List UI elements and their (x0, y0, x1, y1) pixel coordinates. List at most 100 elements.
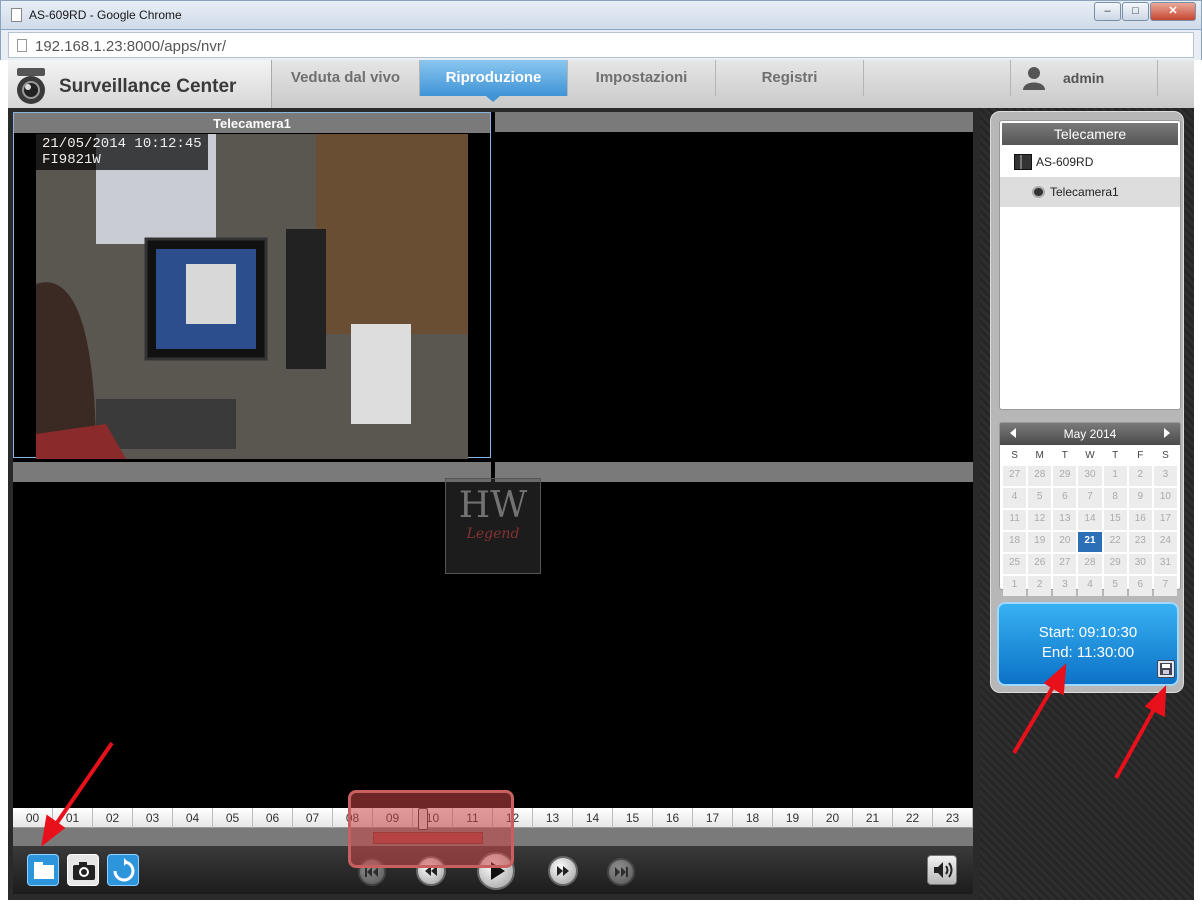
watermark-bottom: Legend (466, 526, 520, 542)
calendar-day[interactable]: 30 (1078, 466, 1102, 486)
tab-settings[interactable]: Impostazioni (568, 60, 716, 96)
calendar-weekday: M (1035, 450, 1044, 461)
tree-title: Telecamere (1002, 123, 1178, 145)
calendar-day[interactable]: 17 (1153, 510, 1177, 530)
calendar-day[interactable]: 11 (1003, 510, 1027, 530)
calendar-day[interactable]: 5 (1028, 488, 1052, 508)
tree-item-camera[interactable]: Telecamera1 (1000, 177, 1180, 207)
calendar-day[interactable]: 30 (1128, 554, 1152, 574)
calendar-day[interactable]: 6 (1053, 488, 1077, 508)
save-icon[interactable] (1157, 660, 1175, 678)
user-icon (1023, 67, 1045, 90)
timeline-hour[interactable]: 18 (733, 808, 773, 828)
calendar-day[interactable]: 19 (1028, 532, 1052, 552)
video-cell-3[interactable] (13, 462, 491, 808)
user-menu[interactable]: admin (1010, 60, 1158, 96)
calendar-day[interactable]: 27 (1003, 466, 1027, 486)
volume-button[interactable] (927, 855, 957, 885)
skip-forward-button[interactable] (607, 858, 635, 886)
video-cell-4[interactable] (495, 462, 973, 808)
calendar-day[interactable]: 28 (1028, 466, 1052, 486)
timeline-hour[interactable]: 16 (653, 808, 693, 828)
timeline-hour[interactable]: 19 (773, 808, 813, 828)
timeline-hour[interactable]: 04 (173, 808, 213, 828)
brand: Surveillance Center (8, 60, 272, 108)
calendar-day[interactable]: 3 (1153, 466, 1177, 486)
calendar-day[interactable]: 25 (1003, 554, 1027, 574)
calendar-day[interactable]: 2 (1028, 576, 1052, 596)
calendar-day[interactable]: 9 (1128, 488, 1152, 508)
timeline-hour[interactable]: 22 (893, 808, 933, 828)
refresh-button[interactable] (107, 854, 139, 886)
timeline-hour[interactable]: 21 (853, 808, 893, 828)
tree-item-nvr[interactable]: AS-609RD (1000, 147, 1180, 177)
tab-playback[interactable]: Riproduzione (420, 60, 568, 96)
calendar-weekday: W (1085, 450, 1095, 461)
calendar-day[interactable]: 6 (1128, 576, 1152, 596)
calendar-day[interactable]: 12 (1028, 510, 1052, 530)
cell-title: Telecamera1 (213, 116, 291, 131)
nvr-name: AS-609RD (1036, 155, 1094, 169)
video-cell-2[interactable] (495, 112, 973, 458)
calendar-day[interactable]: 20 (1053, 532, 1077, 552)
calendar-day[interactable]: 7 (1078, 488, 1102, 508)
window-titlebar: AS-609RD - Google Chrome – □ ✕ (0, 0, 1202, 30)
calendar-day[interactable]: 27 (1053, 554, 1077, 574)
timeline-hour[interactable]: 13 (533, 808, 573, 828)
calendar-day[interactable]: 24 (1153, 532, 1177, 552)
calendar-day[interactable]: 18 (1003, 532, 1027, 552)
fast-forward-button[interactable] (548, 856, 578, 886)
prev-month-icon[interactable] (1010, 428, 1016, 438)
timeline-hour[interactable]: 15 (613, 808, 653, 828)
calendar-day[interactable]: 14 (1078, 510, 1102, 530)
cell-header (13, 462, 491, 482)
video-cell-1[interactable]: Telecamera1 21/05/2014 10:12:45 FI9821W (13, 112, 491, 459)
camera-tree: Telecamere AS-609RD Telecamera1 (999, 120, 1181, 410)
url-input[interactable]: 192.168.1.23:8000/apps/nvr/ (8, 32, 1194, 58)
calendar-day[interactable]: 23 (1128, 532, 1152, 552)
calendar-day[interactable]: 15 (1103, 510, 1127, 530)
timeline-hour[interactable]: 05 (213, 808, 253, 828)
timeline-hour[interactable]: 17 (693, 808, 733, 828)
calendar-day[interactable]: 29 (1103, 554, 1127, 574)
close-button[interactable]: ✕ (1150, 2, 1196, 21)
tab-logs[interactable]: Registri (716, 60, 864, 96)
timeline-hour[interactable]: 02 (93, 808, 133, 828)
timeline-hour[interactable]: 06 (253, 808, 293, 828)
camera-icon (73, 862, 95, 880)
calendar-day[interactable]: 2 (1128, 466, 1152, 486)
calendar-day[interactable]: 1 (1103, 466, 1127, 486)
timeline-hour[interactable]: 00 (13, 808, 53, 828)
calendar-day[interactable]: 1 (1003, 576, 1027, 596)
timeline-hour[interactable]: 23 (933, 808, 973, 828)
next-month-icon[interactable] (1164, 428, 1170, 438)
timeline-hour[interactable]: 01 (53, 808, 93, 828)
calendar-day[interactable]: 5 (1103, 576, 1127, 596)
timestamp-overlay: 21/05/2014 10:12:45 FI9821W (36, 134, 208, 170)
timeline-hour[interactable]: 03 (133, 808, 173, 828)
camera-dome-icon (1032, 186, 1045, 198)
calendar-day[interactable]: 29 (1053, 466, 1077, 486)
timeline-hour[interactable]: 07 (293, 808, 333, 828)
calendar-day-selected[interactable]: 21 (1078, 532, 1102, 552)
timeline-hour[interactable]: 20 (813, 808, 853, 828)
calendar-day[interactable]: 7 (1153, 576, 1177, 596)
calendar-day[interactable]: 16 (1128, 510, 1152, 530)
calendar-day[interactable]: 4 (1003, 488, 1027, 508)
calendar-day[interactable]: 26 (1028, 554, 1052, 574)
calendar-day[interactable]: 10 (1153, 488, 1177, 508)
timeline-hour[interactable]: 14 (573, 808, 613, 828)
minimize-button[interactable]: – (1094, 2, 1121, 21)
calendar-day[interactable]: 8 (1103, 488, 1127, 508)
calendar-day[interactable]: 3 (1053, 576, 1077, 596)
open-recording-button[interactable] (27, 854, 59, 886)
user-name: admin (1063, 70, 1105, 86)
tab-live-view[interactable]: Veduta dal vivo (272, 60, 420, 96)
calendar-day[interactable]: 28 (1078, 554, 1102, 574)
calendar-day[interactable]: 13 (1053, 510, 1077, 530)
calendar-day[interactable]: 22 (1103, 532, 1127, 552)
calendar-day[interactable]: 4 (1078, 576, 1102, 596)
maximize-button[interactable]: □ (1122, 2, 1149, 21)
calendar-day[interactable]: 31 (1153, 554, 1177, 574)
snapshot-button[interactable] (67, 854, 99, 886)
